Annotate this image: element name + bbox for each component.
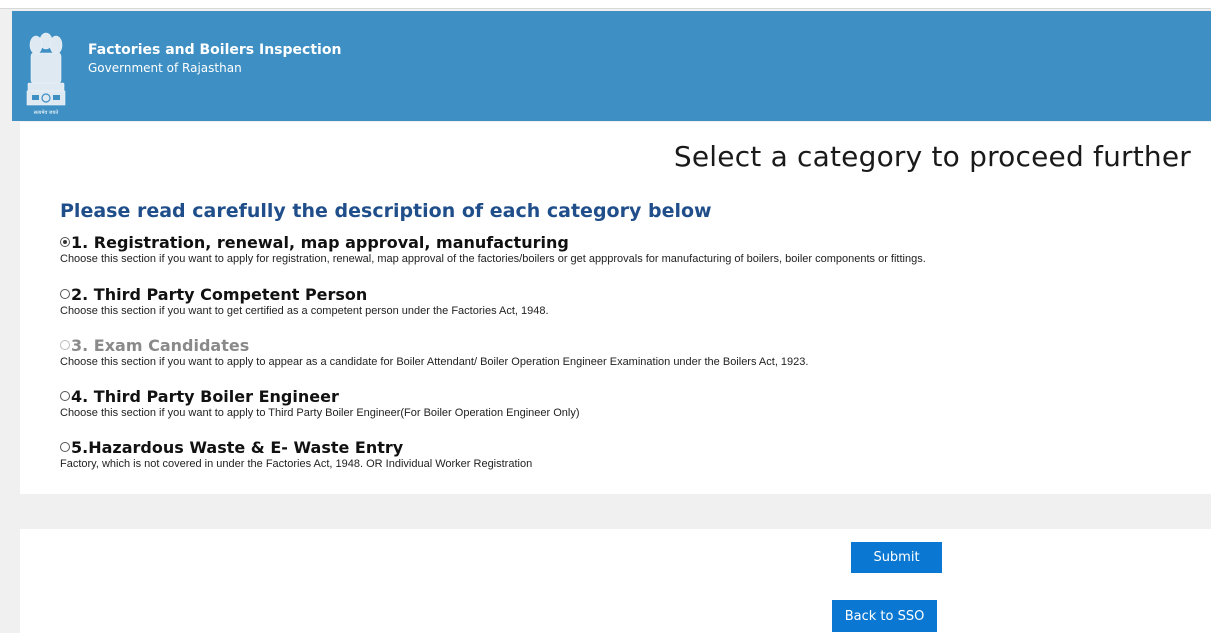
radio-button[interactable] (60, 391, 70, 401)
emblem-caption: सत्यमेव जयते (34, 109, 59, 116)
action-area: Submit Back to SSO (20, 529, 1211, 633)
page-title: Select a category to proceed further (673, 140, 1191, 173)
category-label[interactable]: 2. Third Party Competent Person (71, 285, 367, 304)
radio-button-disabled (60, 340, 70, 350)
category-option-1[interactable]: 1. Registration, renewal, map approval, … (60, 232, 926, 265)
site-subtitle: Government of Rajasthan (88, 61, 242, 75)
back-to-sso-button[interactable]: Back to SSO (832, 600, 937, 632)
category-option-3: 3. Exam Candidates Choose this section i… (60, 335, 808, 368)
category-description: Choose this section if you want to apply… (60, 253, 926, 265)
radio-button[interactable] (60, 289, 70, 299)
site-title: Factories and Boilers Inspection (88, 42, 342, 58)
category-description: Choose this section if you want to get c… (60, 305, 549, 317)
category-description: Choose this section if you want to apply… (60, 407, 580, 419)
category-label[interactable]: 5.Hazardous Waste & E- Waste Entry (71, 438, 403, 457)
category-description: Choose this section if you want to apply… (60, 356, 809, 368)
category-label[interactable]: 4. Third Party Boiler Engineer (71, 387, 339, 406)
radio-button-checked[interactable] (60, 237, 70, 247)
site-header: सत्यमेव जयते Factories and Boilers Inspe… (12, 11, 1211, 121)
ashoka-emblem-icon: सत्यमेव जयते (26, 32, 66, 116)
category-option-2[interactable]: 2. Third Party Competent Person Choose t… (60, 284, 549, 317)
category-description: Factory, which is not covered in under t… (60, 458, 533, 470)
radio-button[interactable] (60, 442, 70, 452)
category-card: Select a category to proceed further Ple… (20, 122, 1211, 494)
category-label: 3. Exam Candidates (71, 335, 250, 355)
top-border (0, 0, 1211, 9)
category-option-4[interactable]: 4. Third Party Boiler Engineer Choose th… (60, 386, 580, 419)
category-label[interactable]: 1. Registration, renewal, map approval, … (71, 233, 569, 252)
submit-button[interactable]: Submit (851, 542, 942, 573)
instructions-heading: Please read carefully the description of… (60, 200, 712, 222)
category-option-5[interactable]: 5.Hazardous Waste & E- Waste Entry Facto… (60, 437, 532, 470)
